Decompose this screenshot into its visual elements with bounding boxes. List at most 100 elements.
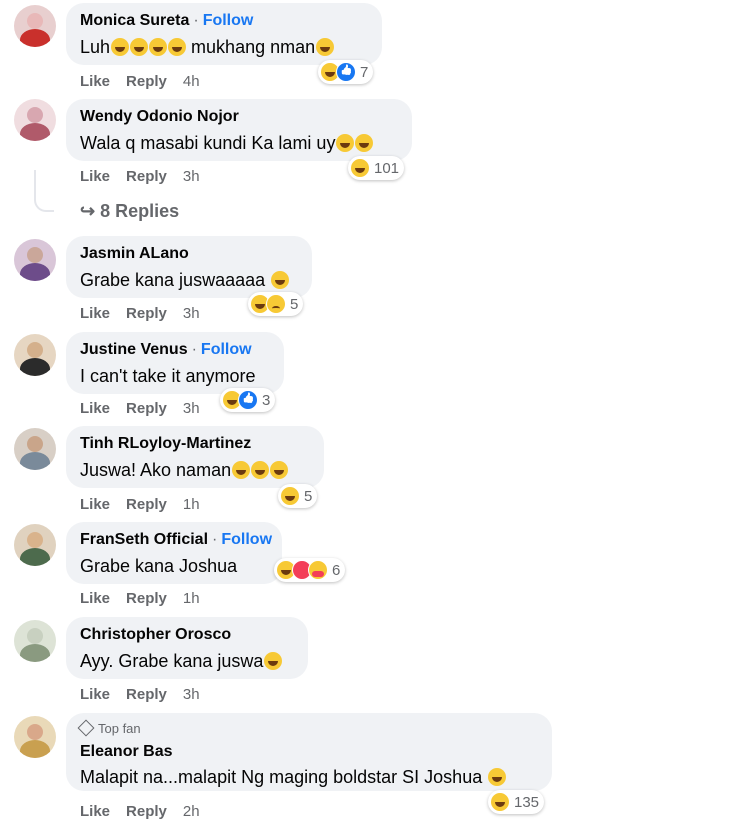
care-reaction-icon xyxy=(308,560,328,580)
avatar-head xyxy=(27,247,43,263)
comment-time[interactable]: 2h xyxy=(183,803,200,820)
view-replies-link[interactable]: ↪ 8 Replies xyxy=(80,201,179,222)
commenter-name[interactable]: Wendy Odonio Nojor xyxy=(80,108,239,125)
crying-emoji-icon xyxy=(168,38,187,56)
comment-text: Grabe kana juswaaaaa xyxy=(80,270,290,291)
comment-bubble: Top fan Eleanor Bas Malapit na...malapit… xyxy=(66,713,552,791)
avatar[interactable] xyxy=(14,524,56,566)
reply-button[interactable]: Reply xyxy=(126,803,167,820)
reaction-summary[interactable]: 7 xyxy=(318,60,374,84)
like-button[interactable]: Like xyxy=(80,496,110,513)
avatar-head xyxy=(27,342,43,358)
like-button[interactable]: Like xyxy=(80,803,110,820)
diamond-icon xyxy=(77,719,95,737)
follow-button[interactable]: Follow xyxy=(221,531,272,548)
laughing-emoji-icon xyxy=(336,134,355,152)
avatar-body xyxy=(20,263,50,281)
reaction-summary[interactable]: 5 xyxy=(248,292,304,316)
commenter-name[interactable]: Monica Sureta xyxy=(80,12,189,29)
reaction-count: 135 xyxy=(514,793,540,811)
avatar[interactable] xyxy=(14,99,56,141)
comment-time[interactable]: 1h xyxy=(183,496,200,513)
comment-bubble: Tinh RLoyloy-Martinez Juswa! Ako naman xyxy=(66,426,324,488)
like-reaction-icon xyxy=(336,62,356,82)
comment-actions: Like Reply 3h xyxy=(80,400,216,417)
haha-reaction-icon xyxy=(490,792,510,812)
comment-text-start: I can't take it anymore xyxy=(80,366,256,386)
like-button[interactable]: Like xyxy=(80,73,110,90)
follow-button[interactable]: Follow xyxy=(201,341,252,358)
reaction-summary[interactable]: 3 xyxy=(220,388,276,412)
comment-actions: Like Reply 1h xyxy=(80,496,216,513)
commenter-name[interactable]: Eleanor Bas xyxy=(80,743,172,760)
reply-button[interactable]: Reply xyxy=(126,496,167,513)
comment-time[interactable]: 3h xyxy=(183,305,200,322)
commenter-name[interactable]: Tinh RLoyloy-Martinez xyxy=(80,435,251,452)
commenter-name[interactable]: FranSeth Official xyxy=(80,531,208,548)
commenter-name[interactable]: Justine Venus xyxy=(80,341,188,358)
comment-text-start: Malapit na...malapit Ng maging boldstar … xyxy=(80,767,483,787)
like-button[interactable]: Like xyxy=(80,590,110,607)
comment-time[interactable]: 1h xyxy=(183,590,200,607)
avatar-head xyxy=(27,532,43,548)
reply-button[interactable]: Reply xyxy=(126,168,167,185)
avatar-body xyxy=(20,644,50,662)
haha-reaction-icon xyxy=(350,158,370,178)
like-button[interactable]: Like xyxy=(80,305,110,322)
separator-dot: · xyxy=(212,531,218,548)
comment-text-start: Luh xyxy=(80,37,111,57)
commenter-name-line: Justine Venus · Follow xyxy=(80,341,252,359)
comment-time[interactable]: 4h xyxy=(183,73,200,90)
shocked-emoji-icon xyxy=(271,271,290,289)
reaction-summary[interactable]: 135 xyxy=(488,790,545,814)
comment-text: Luh mukhang nman xyxy=(80,37,335,58)
comment-text: Ayy. Grabe kana juswa xyxy=(80,651,283,672)
commenter-name-line: Christopher Orosco xyxy=(80,626,231,644)
reply-button[interactable]: Reply xyxy=(126,73,167,90)
comment-time[interactable]: 3h xyxy=(183,686,200,703)
crying-emoji-icon xyxy=(130,38,149,56)
comment-bubble: Justine Venus · Follow I can't take it any… xyxy=(66,332,284,394)
reaction-summary[interactable]: 101 xyxy=(348,156,405,180)
avatar-body xyxy=(20,740,50,758)
like-button[interactable]: Like xyxy=(80,686,110,703)
reply-button[interactable]: Reply xyxy=(126,590,167,607)
reply-button[interactable]: Reply xyxy=(126,305,167,322)
follow-button[interactable]: Follow xyxy=(203,12,254,29)
like-button[interactable]: Like xyxy=(80,400,110,417)
replies-count-label: 8 Replies xyxy=(100,201,180,221)
reaction-count: 7 xyxy=(360,63,369,81)
laughing-emoji-icon xyxy=(232,461,251,479)
avatar[interactable] xyxy=(14,428,56,470)
commenter-name[interactable]: Christopher Orosco xyxy=(80,626,231,643)
avatar[interactable] xyxy=(14,334,56,376)
commenter-name-line: Monica Sureta · Follow xyxy=(80,12,253,30)
reply-button[interactable]: Reply xyxy=(126,686,167,703)
commenter-name[interactable]: Jasmin ALano xyxy=(80,245,189,262)
comment-actions: Like Reply 3h xyxy=(80,686,216,703)
sad-reaction-icon xyxy=(266,294,286,314)
comment-bubble: Wendy Odonio Nojor Wala q masabi kundi K… xyxy=(66,99,412,161)
comment-text-start: Wala q masabi kundi Ka lami uy xyxy=(80,133,336,153)
avatar-body xyxy=(20,123,50,141)
comment-actions: Like Reply 3h xyxy=(80,168,216,185)
reply-button[interactable]: Reply xyxy=(126,400,167,417)
avatar-head xyxy=(27,628,43,644)
thread-line xyxy=(34,170,54,212)
comment-bubble: FranSeth Official · Follow Grabe kana Josh… xyxy=(66,522,282,584)
avatar[interactable] xyxy=(14,620,56,662)
avatar[interactable] xyxy=(14,5,56,47)
avatar[interactable] xyxy=(14,239,56,281)
like-button[interactable]: Like xyxy=(80,168,110,185)
commenter-name-line: FranSeth Official · Follow xyxy=(80,531,272,549)
avatar-head xyxy=(27,107,43,123)
reaction-summary[interactable]: 5 xyxy=(278,484,318,508)
comment-text-start: Grabe kana juswaaaaa xyxy=(80,270,266,290)
comment-time[interactable]: 3h xyxy=(183,400,200,417)
reaction-summary[interactable]: 6 xyxy=(274,558,346,582)
laughing-emoji-icon xyxy=(251,461,270,479)
crying-emoji-icon xyxy=(111,38,130,56)
avatar[interactable] xyxy=(14,716,56,758)
reply-arrow-icon: ↪ xyxy=(80,201,96,221)
comment-time[interactable]: 3h xyxy=(183,168,200,185)
